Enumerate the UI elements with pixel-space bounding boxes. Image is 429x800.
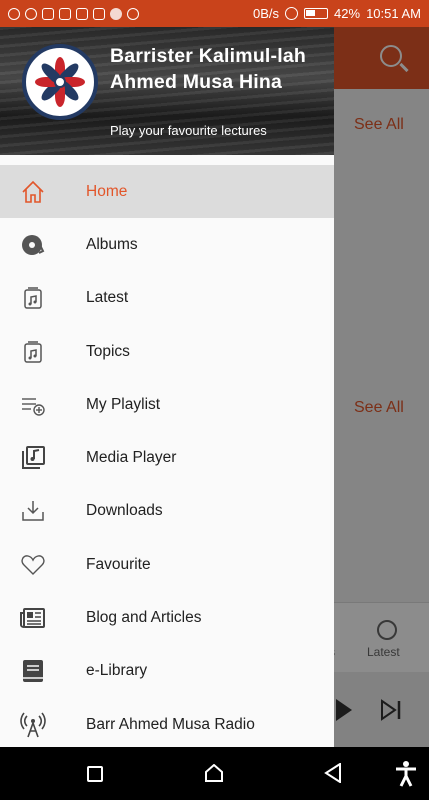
menu-item-label: Favourite <box>86 555 151 573</box>
image-icon <box>76 7 88 20</box>
home-icon <box>20 179 46 205</box>
chat-icon <box>8 7 20 20</box>
back-icon[interactable] <box>324 763 342 783</box>
download-icon <box>20 498 46 524</box>
drawer-menu: Home Albums Latest Topics My Playlist Me… <box>0 165 334 747</box>
book-icon <box>20 658 46 684</box>
menu-item-label: e-Library <box>86 662 148 680</box>
menu-item-label: Topics <box>86 342 130 360</box>
heart-icon <box>20 552 46 578</box>
menu-item-label: Blog and Articles <box>86 609 202 627</box>
menu-item-label: Home <box>86 182 128 200</box>
status-bar: 0B/s 42% 10:51 AM <box>0 0 429 27</box>
drawer-subtitle: Play your favourite lectures <box>110 123 267 138</box>
menu-item-topics[interactable]: Topics <box>0 325 334 378</box>
menu-item-latest[interactable]: Latest <box>0 272 334 325</box>
clock: 10:51 AM <box>366 6 421 21</box>
menu-item-downloads[interactable]: Downloads <box>0 485 334 538</box>
menu-item-label: My Playlist <box>86 395 161 413</box>
app-logo <box>22 44 98 120</box>
recent-apps-icon[interactable] <box>87 766 103 782</box>
menu-item-media-player[interactable]: Media Player <box>0 431 334 484</box>
menu-item-label: Downloads <box>86 502 163 520</box>
message-icon <box>42 7 54 20</box>
battery-percent: 42% <box>334 6 361 21</box>
drawer-title: Barrister Kalimul-lah Ahmed Musa Hina <box>110 45 307 93</box>
album-disc-icon <box>20 232 46 258</box>
menu-item-favourite[interactable]: Favourite <box>0 538 334 591</box>
menu-item-label: Barr Ahmed Musa Radio <box>86 715 255 733</box>
music-library-icon <box>20 285 46 311</box>
newspaper-icon <box>20 605 46 631</box>
whatsapp-icon <box>25 7 37 20</box>
dot-icon <box>110 7 122 20</box>
battery-icon <box>304 8 329 19</box>
accessibility-icon[interactable] <box>395 761 417 787</box>
alarm-icon <box>285 7 299 20</box>
menu-item-radio[interactable]: Barr Ahmed Musa Radio <box>0 698 334 747</box>
menu-item-label: Albums <box>86 235 138 253</box>
navigation-drawer: Barrister Kalimul-lah Ahmed Musa Hina Pl… <box>0 27 334 747</box>
cloud-icon <box>127 7 139 20</box>
lock-icon <box>93 7 105 20</box>
music-library-icon <box>20 339 46 365</box>
network-speed: 0B/s <box>253 6 280 21</box>
shirt-icon <box>59 7 71 20</box>
menu-item-blog-and-articles[interactable]: Blog and Articles <box>0 591 334 644</box>
media-player-icon <box>20 445 46 471</box>
playlist-add-icon <box>20 392 46 418</box>
radio-tower-icon <box>20 712 46 738</box>
menu-item-home[interactable]: Home <box>0 165 334 219</box>
menu-item-e-library[interactable]: e-Library <box>0 645 334 698</box>
menu-item-my-playlist[interactable]: My Playlist <box>0 378 334 431</box>
menu-item-label: Media Player <box>86 449 177 467</box>
menu-item-albums[interactable]: Albums <box>0 218 334 271</box>
drawer-header: Barrister Kalimul-lah Ahmed Musa Hina Pl… <box>0 27 334 155</box>
home-nav-icon[interactable] <box>205 764 223 782</box>
menu-item-label: Latest <box>86 289 129 307</box>
notification-icons <box>8 7 139 20</box>
system-nav-bar <box>0 747 429 800</box>
